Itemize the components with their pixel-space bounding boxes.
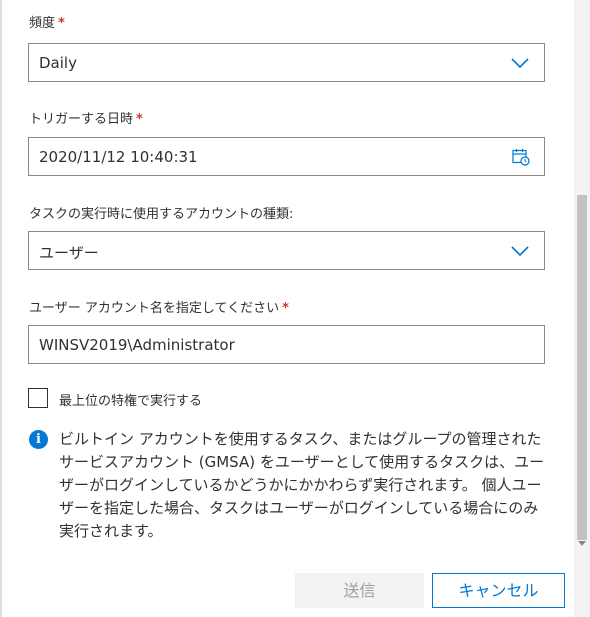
frequency-value: Daily [39,54,77,72]
frequency-label: 頻度 * [29,12,65,31]
submit-button[interactable]: 送信 [295,573,424,608]
frequency-dropdown[interactable]: Daily [28,43,545,82]
required-marker: * [58,16,65,31]
required-marker: * [136,112,143,127]
account-name-label-text: ユーザー アカウント名を指定してください [29,301,280,316]
trigger-datetime-input[interactable]: 2020/11/12 10:40:31 [28,137,545,176]
highest-privileges-label: 最上位の特権で実行する [59,394,203,409]
account-name-label: ユーザー アカウント名を指定してください * [29,297,289,316]
frequency-label-text: 頻度 [29,16,56,31]
trigger-datetime-label: トリガーする日時 * [29,108,143,127]
scroll-down-arrow-icon[interactable] [578,541,586,546]
account-type-label: タスクの実行時に使用するアカウントの種類: [29,207,294,222]
info-text: ビルトイン アカウントを使用するタスク、またはグループの管理されたサービスアカウ… [59,430,545,540]
account-name-value: WINSV2019\Administrator [39,336,235,354]
panel-left-border [0,0,2,617]
chevron-down-icon [511,246,529,257]
trigger-datetime-value: 2020/11/12 10:40:31 [39,148,198,166]
trigger-datetime-label-text: トリガーする日時 [29,112,134,127]
highest-privileges-checkbox[interactable] [28,388,48,408]
required-marker: * [282,301,289,316]
cancel-button[interactable]: キャンセル [432,573,565,608]
info-icon: i [29,430,48,449]
account-type-dropdown[interactable]: ユーザー [28,231,545,270]
account-type-value: ユーザー [39,244,99,262]
chevron-down-icon [511,58,529,69]
account-name-input[interactable]: WINSV2019\Administrator [28,325,545,364]
scrollbar-thumb[interactable] [577,195,587,540]
vertical-scrollbar[interactable] [574,0,590,617]
calendar-clock-icon[interactable] [512,148,530,166]
